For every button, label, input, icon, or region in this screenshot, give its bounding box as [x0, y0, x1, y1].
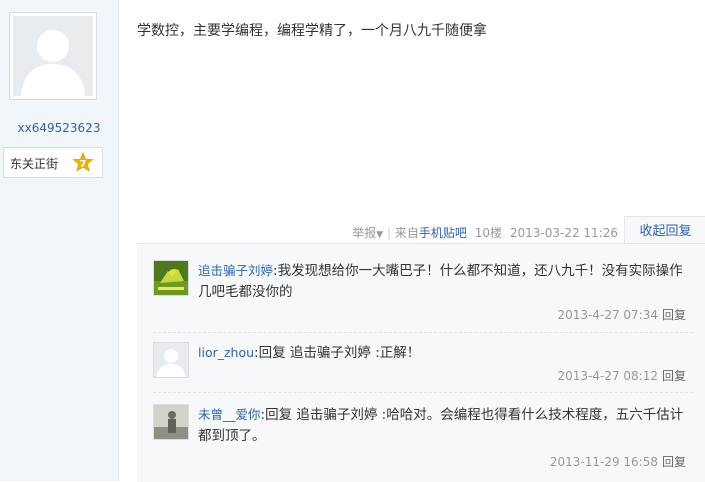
bar-member-name: 东关正街 — [10, 157, 59, 171]
reply-body: 回复 追击骗子刘婷 :哈哈对。会编程也得看什么技术程度，五六千估计都到顶了。 — [198, 407, 684, 444]
reply-text: 未曾__爱你:回复 追击骗子刘婷 :哈哈对。会编程也得看什么技术程度，五六千估计… — [198, 404, 688, 447]
reply-meta: 2013-11-29 16:58 回复 — [550, 453, 686, 470]
reply-divider — [153, 392, 693, 393]
source-prefix: 来自 — [394, 226, 419, 240]
avatar-image-icon — [154, 261, 188, 295]
reply-button[interactable]: 回复 — [662, 455, 686, 469]
reply-meta: 2013-4-27 08:12 回复 — [557, 367, 686, 384]
reply-button[interactable]: 回复 — [662, 369, 686, 383]
reply-username[interactable]: lior_zhou — [198, 345, 254, 360]
avatar-image-icon — [154, 405, 188, 439]
post-time: 2013-03-22 11:26 — [509, 226, 618, 240]
reply-avatar[interactable] — [153, 404, 189, 440]
reply-time: 2013-4-27 07:34 — [557, 308, 658, 322]
reply-avatar[interactable] — [153, 342, 189, 378]
reply-username[interactable]: 追击骗子刘婷 — [198, 263, 273, 278]
reply-time: 2013-4-27 08:12 — [557, 369, 658, 383]
reply-time: 2013-11-29 16:58 — [549, 455, 658, 469]
bar-level-badge[interactable]: 东关正街 7 — [3, 147, 103, 178]
author-avatar[interactable] — [9, 12, 97, 100]
reply-avatar[interactable] — [153, 260, 189, 296]
floor-number: 10楼 — [474, 226, 503, 240]
report-button[interactable]: 举报▼ — [352, 226, 383, 240]
list-item: 未曾__爱你:回复 追击骗子刘婷 :哈哈对。会编程也得看什么技术程度，五六千估计… — [153, 404, 698, 474]
reply-username[interactable]: 未曾__爱你 — [198, 407, 261, 422]
source-link[interactable]: 手机贴吧 — [419, 226, 467, 240]
author-username[interactable]: xx649523623 — [0, 121, 118, 135]
reply-text: lior_zhou:回复 追击骗子刘婷 :正解！ — [198, 342, 688, 364]
default-avatar-icon — [154, 343, 188, 377]
reply-button[interactable]: 回复 — [662, 308, 686, 322]
list-item: lior_zhou:回复 追击骗子刘婷 :正解！ 2013-4-27 08:12… — [153, 342, 698, 390]
reply-divider — [153, 332, 693, 333]
post-meta: 举报▼ | 来自手机贴吧 10楼 2013-03-22 11:26 — [352, 224, 618, 241]
report-label: 举报 — [352, 226, 377, 240]
meta-divider: | — [387, 226, 392, 240]
caret-down-icon: ▼ — [376, 230, 384, 240]
default-avatar-icon — [13, 16, 93, 96]
post-content: 学数控，主要学编程，编程学精了，一个月八九千随便拿 — [137, 23, 487, 39]
reply-meta: 2013-4-27 07:34 回复 — [557, 306, 686, 323]
reply-list: 追击骗子刘婷:我发现想给你一大嘴巴子！什么都不知道，还八九千！没有实际操作几吧毛… — [137, 243, 705, 482]
collapse-replies-button[interactable]: 收起回复 — [624, 216, 705, 245]
list-item: 追击骗子刘婷:我发现想给你一大嘴巴子！什么都不知道，还八九千！没有实际操作几吧毛… — [153, 260, 698, 328]
reply-body: 回复 追击骗子刘婷 :正解！ — [258, 345, 421, 361]
level-number: 7 — [80, 159, 87, 170]
level-star-icon: 7 — [72, 151, 94, 174]
author-sidebar: xx649523623 东关正街 7 — [0, 0, 119, 481]
reply-text: 追击骗子刘婷:我发现想给你一大嘴巴子！什么都不知道，还八九千！没有实际操作几吧毛… — [198, 260, 688, 303]
